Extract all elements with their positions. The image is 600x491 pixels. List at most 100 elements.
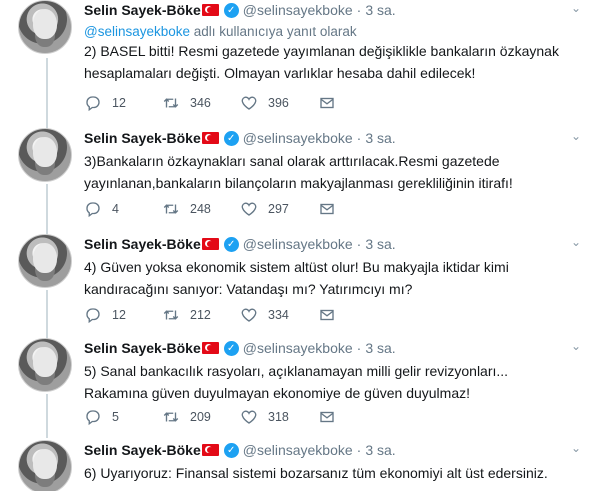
avatar[interactable]	[18, 234, 72, 288]
tweet-time[interactable]: 3 sa.	[365, 130, 395, 146]
retweet-count: 346	[190, 96, 211, 110]
like-count: 396	[268, 96, 289, 110]
dm-button[interactable]	[318, 94, 396, 112]
tweet-text: 5) Sanal bankacılık rasyoları, açıklanam…	[84, 363, 509, 401]
dot-separator: ·	[356, 236, 362, 252]
like-button[interactable]: 334	[240, 306, 318, 324]
retweet-button[interactable]: 346	[162, 94, 240, 112]
envelope-icon	[320, 411, 334, 423]
retweet-icon	[163, 310, 179, 320]
tweet-time[interactable]: 3 sa.	[365, 2, 395, 18]
author-name[interactable]: Selin Sayek-Böke	[84, 130, 201, 146]
author-handle[interactable]: @selinsayekboke	[243, 442, 353, 458]
heart-icon	[241, 96, 257, 110]
retweet-button[interactable]: 212	[162, 306, 240, 324]
reply-button[interactable]: 12	[84, 306, 162, 324]
heart-icon	[241, 308, 257, 322]
like-count: 297	[268, 202, 289, 216]
tweet-header: Selin Sayek-Böke ✓ @selinsayekboke · 3 s…	[84, 440, 396, 460]
dot-separator: ·	[356, 2, 362, 18]
author-handle[interactable]: @selinsayekboke	[243, 236, 353, 252]
reply-icon	[86, 96, 100, 112]
turkey-flag-icon	[201, 238, 219, 250]
tweet-actions: 12 346 396	[84, 94, 396, 112]
tweet[interactable]: Selin Sayek-Böke ✓ @selinsayekboke · 3 s…	[0, 440, 600, 491]
retweet-icon	[163, 204, 179, 214]
turkey-flag-icon	[201, 444, 219, 456]
retweet-icon	[163, 98, 179, 108]
author-handle[interactable]: @selinsayekboke	[243, 340, 353, 356]
reply-icon	[86, 308, 100, 324]
tweet-actions: 4 248 297	[84, 200, 396, 218]
author-name[interactable]: Selin Sayek-Böke	[84, 340, 201, 356]
verified-badge-icon: ✓	[223, 2, 239, 18]
reply-button[interactable]: 4	[84, 200, 162, 218]
tweet-header: Selin Sayek-Böke ✓ @selinsayekboke · 3 s…	[84, 234, 396, 254]
dot-separator: ·	[356, 130, 362, 146]
like-button[interactable]: 297	[240, 200, 318, 218]
tweet-header: Selin Sayek-Böke ✓ @selinsayekboke · 3 s…	[84, 0, 396, 20]
tweet[interactable]: Selin Sayek-Böke ✓ @selinsayekboke · 3 s…	[0, 234, 600, 338]
author-handle[interactable]: @selinsayekboke	[243, 2, 353, 18]
tweet-actions: 12 212 334	[84, 306, 396, 324]
dot-separator: ·	[356, 442, 362, 458]
tweet[interactable]: Selin Sayek-Böke ✓ @selinsayekboke · 3 s…	[0, 0, 600, 124]
retweet-button[interactable]: 248	[162, 200, 240, 218]
turkey-flag-icon	[201, 132, 219, 144]
verified-badge-icon: ✓	[223, 340, 239, 356]
avatar[interactable]	[18, 128, 72, 182]
retweet-count: 212	[190, 308, 211, 322]
chevron-down-icon[interactable]: ⌄	[568, 128, 584, 144]
dm-button[interactable]	[318, 306, 396, 324]
chevron-down-icon[interactable]: ⌄	[568, 338, 584, 354]
like-count: 334	[268, 308, 289, 322]
verified-badge-icon: ✓	[223, 236, 239, 252]
reply-count: 4	[112, 202, 119, 216]
author-name[interactable]: Selin Sayek-Böke	[84, 442, 201, 458]
retweet-button[interactable]: 209	[162, 408, 240, 426]
reply-count: 12	[112, 308, 126, 322]
author-handle[interactable]: @selinsayekboke	[243, 130, 353, 146]
reply-button[interactable]: 12	[84, 94, 162, 112]
tweet-time[interactable]: 3 sa.	[365, 442, 395, 458]
reply-button[interactable]: 5	[84, 408, 162, 426]
tweet-text: 3)Bankaların özkaynakları sanal olarak a…	[84, 153, 513, 191]
retweet-count: 209	[190, 410, 211, 424]
avatar[interactable]	[18, 338, 72, 392]
dm-button[interactable]	[318, 200, 396, 218]
like-count: 318	[268, 410, 289, 424]
tweet-header: Selin Sayek-Böke ✓ @selinsayekboke · 3 s…	[84, 338, 396, 358]
turkey-flag-icon	[201, 4, 219, 16]
reply-icon	[86, 410, 100, 426]
reply-mention-link[interactable]: @selinsayekboke	[84, 24, 190, 39]
tweet-text: 6) Uyarıyoruz: Finansal sistemi bozarsan…	[84, 465, 548, 481]
author-name[interactable]: Selin Sayek-Böke	[84, 2, 201, 18]
reply-count: 5	[112, 410, 119, 424]
tweet-text: 4) Güven yoksa ekonomik sistem altüst ol…	[84, 259, 509, 297]
dm-button[interactable]	[318, 408, 396, 426]
chevron-down-icon[interactable]: ⌄	[568, 440, 584, 456]
tweet-time[interactable]: 3 sa.	[365, 340, 395, 356]
reply-context: @selinsayekboke adlı kullanıcıya yanıt o…	[84, 24, 357, 39]
author-name[interactable]: Selin Sayek-Böke	[84, 236, 201, 252]
envelope-icon	[320, 309, 334, 321]
tweet-text: 2) BASEL bitti! Resmi gazetede yayımlana…	[84, 43, 559, 81]
avatar[interactable]	[18, 440, 72, 491]
reply-count: 12	[112, 96, 126, 110]
avatar[interactable]	[18, 0, 72, 54]
retweet-icon	[163, 412, 179, 422]
tweet-actions: 5 209 318	[84, 408, 396, 426]
dot-separator: ·	[356, 340, 362, 356]
tweet[interactable]: Selin Sayek-Böke ✓ @selinsayekboke · 3 s…	[0, 338, 600, 438]
tweet[interactable]: Selin Sayek-Böke ✓ @selinsayekboke · 3 s…	[0, 128, 600, 232]
verified-badge-icon: ✓	[223, 130, 239, 146]
chevron-down-icon[interactable]: ⌄	[568, 0, 584, 16]
turkey-flag-icon	[201, 342, 219, 354]
like-button[interactable]: 318	[240, 408, 318, 426]
envelope-icon	[320, 203, 334, 215]
chevron-down-icon[interactable]: ⌄	[568, 234, 584, 250]
like-button[interactable]: 396	[240, 94, 318, 112]
tweet-time[interactable]: 3 sa.	[365, 236, 395, 252]
retweet-count: 248	[190, 202, 211, 216]
tweet-header: Selin Sayek-Böke ✓ @selinsayekboke · 3 s…	[84, 128, 396, 148]
